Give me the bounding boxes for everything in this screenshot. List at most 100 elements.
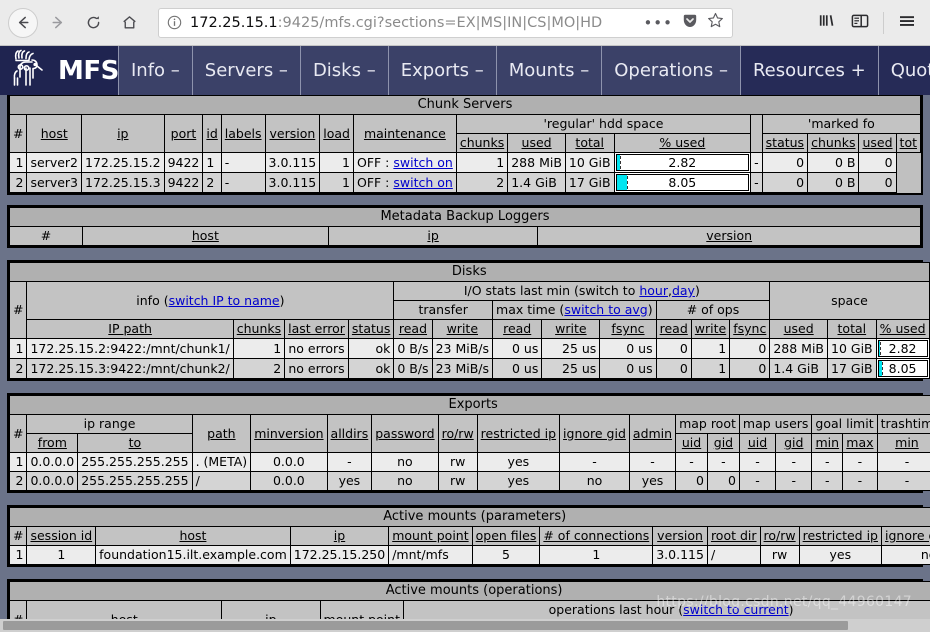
th-mount-point[interactable]: mount point xyxy=(319,600,404,619)
th-maintenance[interactable]: maintenance xyxy=(352,114,457,153)
maintenance-switch-link[interactable]: switch on xyxy=(393,175,452,190)
menu-item-resources[interactable]: Resources + xyxy=(739,46,878,95)
th-goallimit-min[interactable]: min xyxy=(811,433,844,453)
th-used[interactable]: used xyxy=(769,319,828,339)
th-m-used[interactable]: used xyxy=(858,133,897,153)
th-ip[interactable]: ip xyxy=(289,526,390,546)
menu-item-quotas[interactable]: Quotas + xyxy=(877,46,930,95)
address-bar[interactable]: 172.25.15.1:9425/mfs.cgi?sections=EX|MS|… xyxy=(158,7,733,38)
th-version[interactable]: version xyxy=(537,226,921,246)
th-status[interactable]: status xyxy=(347,319,395,339)
th-maxtime-read[interactable]: read xyxy=(492,319,543,339)
scrollbar-thumb[interactable] xyxy=(3,621,848,630)
maintenance-switch-link[interactable]: switch on xyxy=(393,155,452,170)
horizontal-scrollbar[interactable] xyxy=(0,619,930,632)
th-maproot-uid[interactable]: uid xyxy=(675,433,708,453)
th-ip-path[interactable]: IP path xyxy=(26,319,234,339)
menu-item-disks[interactable]: Disks – xyxy=(299,46,388,95)
th-ops-fsync[interactable]: fsync xyxy=(729,319,771,339)
th-id[interactable]: id xyxy=(202,114,222,153)
menu-item-exports[interactable]: Exports – xyxy=(387,46,496,95)
th-m-chunks[interactable]: chunks xyxy=(807,133,860,153)
th-mapusers-gid[interactable]: gid xyxy=(775,433,813,453)
th-path[interactable]: path xyxy=(191,414,252,453)
back-button[interactable] xyxy=(8,7,38,38)
th-restricted-ip[interactable]: restricted ip xyxy=(798,526,883,546)
cell-labels: - xyxy=(220,172,266,193)
home-button[interactable] xyxy=(112,6,146,40)
cell-ops-fsync: 0 xyxy=(729,338,771,359)
th-admin[interactable]: admin xyxy=(628,414,677,453)
th-root-dir[interactable]: root dir xyxy=(706,526,761,546)
th-open-files[interactable]: open files xyxy=(471,526,541,546)
th-connections[interactable]: # of connections xyxy=(539,526,654,546)
menu-item-mounts[interactable]: Mounts – xyxy=(495,46,602,95)
th-pct-used[interactable]: % used xyxy=(875,319,930,339)
th-total[interactable]: total xyxy=(827,319,877,339)
reload-button[interactable] xyxy=(76,6,110,40)
app-menu-button[interactable] xyxy=(892,8,922,38)
page-actions-icon[interactable]: ••• xyxy=(643,15,673,30)
cell-transfer-read: 0 B/s xyxy=(393,338,433,359)
th-to[interactable]: to xyxy=(77,433,193,453)
th-m-status[interactable]: status xyxy=(761,133,809,153)
th-ignore-gid[interactable]: ignore g xyxy=(880,526,930,546)
th-alldirs[interactable]: alldirs xyxy=(326,414,373,453)
th-session-id[interactable]: session id xyxy=(26,526,97,546)
switch-to-current-link[interactable]: switch to current xyxy=(683,602,789,617)
switch-to-day-link[interactable]: day xyxy=(672,283,695,298)
th-last-error[interactable]: last error xyxy=(284,319,349,339)
th-trashtime-min[interactable]: min xyxy=(876,433,930,453)
th-host[interactable]: host xyxy=(81,226,329,246)
th-mount-point[interactable]: mount point xyxy=(388,526,473,546)
forward-button[interactable] xyxy=(40,6,74,40)
th-from[interactable]: from xyxy=(26,433,79,453)
th-transfer-read[interactable]: read xyxy=(393,319,433,339)
th-maxtime-write[interactable]: write xyxy=(541,319,601,339)
th-ignore-gid[interactable]: ignore gid xyxy=(559,414,630,453)
cell-status: - xyxy=(750,152,763,173)
pocket-icon[interactable] xyxy=(682,13,698,33)
th-ops-read[interactable]: read xyxy=(655,319,692,339)
switch-ip-to-name-link[interactable]: switch IP to name xyxy=(169,293,280,308)
th-host[interactable]: host xyxy=(26,114,83,153)
th-ops-write[interactable]: write xyxy=(690,319,731,339)
th-rorw[interactable]: ro/rw xyxy=(437,414,478,453)
th-host[interactable]: host xyxy=(26,600,223,619)
page-info-icon[interactable] xyxy=(167,15,182,30)
th-version[interactable]: version xyxy=(264,114,321,153)
star-icon[interactable] xyxy=(707,12,724,33)
th-ip[interactable]: ip xyxy=(81,114,165,153)
th-rorw[interactable]: ro/rw xyxy=(759,526,800,546)
th-total[interactable]: total xyxy=(564,133,615,153)
th-labels[interactable]: labels xyxy=(220,114,266,153)
app-logo[interactable]: MFS xyxy=(0,46,119,95)
th-chunks[interactable]: chunks xyxy=(455,133,509,153)
th-load[interactable]: load xyxy=(319,114,354,153)
th-restricted-ip[interactable]: restricted ip xyxy=(476,414,561,453)
th-used[interactable]: used xyxy=(507,133,566,153)
th-host[interactable]: host xyxy=(95,526,291,546)
th-mapusers-uid[interactable]: uid xyxy=(738,433,777,453)
th-version[interactable]: version xyxy=(652,526,708,546)
th-maproot-gid[interactable]: gid xyxy=(706,433,740,453)
switch-to-avg-link[interactable]: switch to avg xyxy=(564,302,647,317)
th-port[interactable]: port xyxy=(163,114,204,153)
th-password[interactable]: password xyxy=(371,414,439,453)
switch-to-hour-link[interactable]: hour xyxy=(639,283,668,298)
th-ip[interactable]: ip xyxy=(221,600,321,619)
th-transfer-write[interactable]: write xyxy=(431,319,494,339)
th-minversion[interactable]: minversion xyxy=(250,414,328,453)
menu-item-servers[interactable]: Servers – xyxy=(191,46,300,95)
menu-item-info[interactable]: Info – xyxy=(118,46,192,95)
th-m-total[interactable]: tot xyxy=(895,133,922,153)
menu-item-operations[interactable]: Operations – xyxy=(601,46,740,95)
th-chunks[interactable]: chunks xyxy=(232,319,286,339)
th-goallimit-max[interactable]: max xyxy=(842,433,878,453)
th-maxtime-fsync[interactable]: fsync xyxy=(599,319,657,339)
th-ip[interactable]: ip xyxy=(327,226,539,246)
cell-ip: 172.25.15.2 xyxy=(81,152,165,173)
th-pct-used[interactable]: % used xyxy=(613,133,752,153)
library-button[interactable] xyxy=(811,8,841,38)
sidebar-button[interactable] xyxy=(845,8,875,38)
